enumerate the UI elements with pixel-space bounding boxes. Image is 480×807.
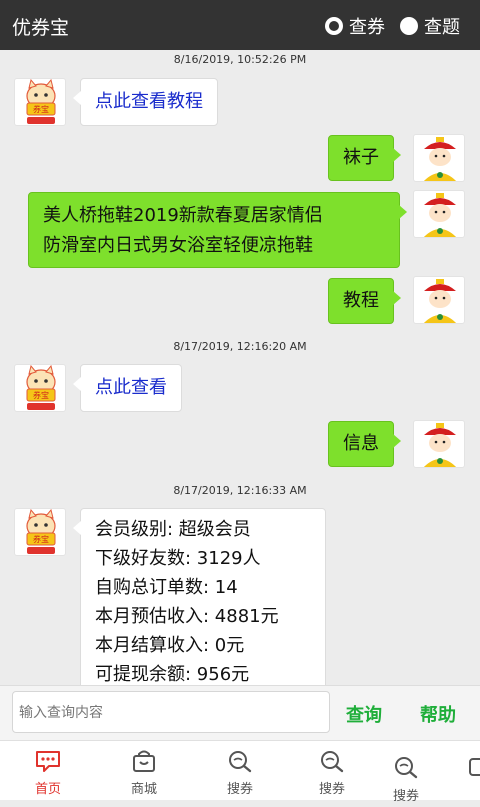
query-input[interactable]	[12, 691, 330, 733]
user-avatar	[413, 190, 465, 238]
timestamp: 8/16/2019, 10:52:26 PM	[173, 53, 307, 66]
user-message-bubble: 信息	[328, 421, 401, 467]
bot-avatar: 券宝	[14, 364, 66, 412]
mode-coupon-label: 查券	[349, 17, 385, 38]
svg-text:券宝: 券宝	[33, 534, 49, 544]
app-title: 优券宝	[12, 17, 70, 39]
svg-text:券宝: 券宝	[33, 390, 49, 400]
tab-home-label: 首页	[34, 782, 61, 797]
tab-search-coupon[interactable]: 搜券	[200, 741, 280, 801]
bot-view-link[interactable]: 点此查看	[73, 364, 182, 412]
bot-avatar: 券宝	[14, 78, 66, 126]
bot-avatar: 券宝	[14, 508, 66, 556]
member-info-bubble: 会员级别: 超级会员 下级好友数: 3129人 自购总订单数: 14 本月预估收…	[73, 508, 326, 685]
tab-mall[interactable]: 商城	[104, 741, 184, 801]
info-settled-income: 本月结算收入: 0元	[95, 635, 245, 656]
chat-area[interactable]: 8/16/2019, 10:52:26 PM 券宝 点此查看教程 袜子 美人桥拖…	[0, 50, 480, 685]
top-bar: 优券宝 查券 查题	[0, 0, 480, 50]
cat-mascot-icon: 券宝	[26, 365, 56, 410]
message-line: 美人桥拖鞋2019新款春夏居家情侣	[43, 205, 323, 226]
query-button[interactable]: 查询	[346, 701, 382, 727]
user-avatar	[413, 134, 465, 182]
shopping-bag-icon	[133, 750, 155, 772]
user-avatar	[413, 276, 465, 324]
bottom-tab-bar: 首页 商城 搜券 搜券 搜券	[0, 740, 480, 804]
search-icon	[229, 751, 252, 773]
mode-question-label: 查题	[424, 17, 460, 38]
help-button[interactable]: 帮助	[420, 701, 456, 727]
chat-bubble-icon	[36, 751, 60, 772]
bot-tutorial-link[interactable]: 点此查看教程	[73, 78, 218, 126]
mode-coupon-radio[interactable]: 查券	[325, 13, 385, 39]
tab-search-coupon-label: 搜券	[226, 782, 253, 797]
info-friend-count: 下级好友数: 3129人	[95, 548, 261, 569]
info-estimated-income: 本月预估收入: 4881元	[95, 606, 279, 627]
tab-search-coupon[interactable]: 搜券	[292, 741, 372, 801]
emperor-avatar-icon	[424, 137, 456, 181]
tab-home[interactable]: 首页	[8, 741, 88, 801]
timestamp: 8/17/2019, 12:16:33 AM	[173, 484, 307, 497]
emperor-avatar-icon	[424, 279, 456, 323]
tab-overflow-edge	[466, 755, 480, 785]
message-line: 防滑室内日式男女浴室轻便凉拖鞋	[43, 235, 313, 256]
mode-question-radio[interactable]: 查题	[400, 13, 460, 39]
user-message-bubble: 袜子	[328, 135, 401, 181]
timestamp: 8/17/2019, 12:16:20 AM	[173, 340, 307, 353]
input-bar: 查询 帮助	[0, 685, 480, 740]
info-order-count: 自购总订单数: 14	[95, 577, 238, 598]
tab-mall-label: 商城	[130, 782, 157, 797]
user-avatar	[413, 420, 465, 468]
user-message-bubble: 美人桥拖鞋2019新款春夏居家情侣 防滑室内日式男女浴室轻便凉拖鞋	[28, 192, 407, 268]
emperor-avatar-icon	[424, 423, 456, 467]
cat-mascot-icon: 券宝	[26, 79, 56, 124]
search-icon	[395, 757, 418, 779]
tab-search-coupon-label: 搜券	[318, 782, 345, 797]
user-message-bubble: 教程	[328, 278, 401, 324]
cat-mascot-icon: 券宝	[26, 509, 56, 554]
info-withdrawable-balance: 可提现余额: 956元	[95, 664, 250, 685]
radio-unchecked-icon[interactable]	[400, 17, 418, 35]
tab-search-coupon[interactable]: 搜券	[366, 747, 446, 807]
info-member-level: 会员级别: 超级会员	[95, 519, 251, 540]
search-icon	[321, 751, 344, 773]
tab-search-coupon-label: 搜券	[392, 789, 419, 804]
svg-text:券宝: 券宝	[33, 104, 49, 114]
radio-checked-icon[interactable]	[325, 17, 343, 35]
emperor-avatar-icon	[424, 193, 456, 237]
